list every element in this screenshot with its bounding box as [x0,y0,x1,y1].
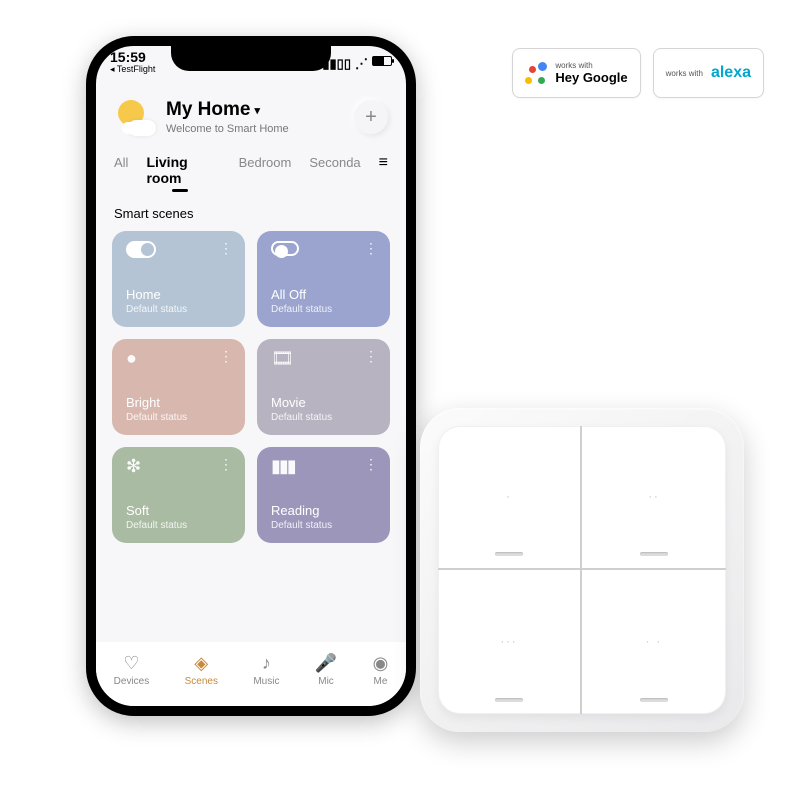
badge-prefix: works with [555,61,627,70]
battery-icon [372,56,392,66]
scene-card-bright[interactable]: ● ⋮ Bright Default status [112,339,245,435]
nav-label: Scenes [185,676,218,687]
home-selector[interactable]: My Home ▾ [166,99,260,121]
music-icon: ♪ [262,653,271,674]
nav-mic[interactable]: 🎤 Mic [315,653,337,687]
tab-all[interactable]: All [114,155,128,170]
wifi-icon: ⋰ [355,56,368,72]
add-button[interactable]: + [354,100,388,134]
plus-icon: + [365,106,377,129]
smart-switch-device: · ·· ··· · · [420,408,744,732]
scene-name: Movie [271,395,378,410]
scene-status: Default status [126,304,233,315]
status-time: 15:59 [110,52,155,63]
switch-indicator: ··· [501,636,518,648]
kebab-icon[interactable]: ⋮ [219,241,233,255]
tab-secondary[interactable]: Seconda [309,155,360,170]
bulb-icon: ♡ [123,653,139,674]
scene-status: Default status [271,520,378,531]
kebab-icon[interactable]: ⋮ [219,349,233,363]
scene-name: All Off [271,287,378,302]
cube-icon: ◈ [194,653,208,674]
scene-card-reading[interactable]: ▮▮▮ ⋮ Reading Default status [257,447,390,543]
kebab-icon[interactable]: ⋮ [364,457,378,471]
books-icon: ▮▮▮ [271,457,295,475]
scene-status: Default status [126,412,233,423]
scene-card-home[interactable]: ⋮ Home Default status [112,231,245,327]
switch-indicator: ·· [648,491,659,503]
nav-label: Mic [318,676,334,687]
nav-label: Music [253,676,279,687]
switch-button-1[interactable]: · [438,426,582,570]
works-with-google-badge: works with Hey Google [512,48,640,98]
film-icon: 🎞 [271,349,294,367]
works-with-alexa-badge: works with alexa [653,48,764,98]
room-tabs: All Living room Bedroom Seconda ≡ [96,138,406,186]
section-title: Smart scenes [96,186,406,231]
badge-prefix: works with [666,69,703,78]
status-back-app[interactable]: ◂ TestFlight [110,64,155,75]
kebab-icon[interactable]: ⋮ [364,349,378,363]
phone-notch [171,45,331,71]
page-subtitle: Welcome to Smart Home [166,123,344,135]
scene-card-soft[interactable]: ❇ ⋮ Soft Default status [112,447,245,543]
toggle-off-icon [271,241,299,256]
scene-name: Reading [271,503,378,518]
page-title: My Home [166,99,250,121]
switch-indicator: · [506,491,512,503]
nav-devices[interactable]: ♡ Devices [114,653,150,687]
alexa-logo: alexa [711,64,751,82]
switch-indicator: · · [646,636,662,648]
mic-icon: 🎤 [315,653,337,674]
phone-mockup: 15:59 ◂ TestFlight ▮▮▯▯ ⋰ My Home ▾ Welc… [86,36,416,716]
scene-status: Default status [126,520,233,531]
bulb-icon: ● [126,349,137,367]
nav-label: Me [374,676,388,687]
switch-button-4[interactable]: · · [582,570,726,714]
nav-label: Devices [114,676,150,687]
tabs-menu-icon[interactable]: ≡ [379,154,388,172]
tab-living-room[interactable]: Living room [146,154,220,186]
badge-brand: Hey Google [555,70,627,85]
switch-button-2[interactable]: ·· [582,426,726,570]
scene-status: Default status [271,412,378,423]
bottom-nav: ♡ Devices ◈ Scenes ♪ Music 🎤 Mic ◉ Me [96,642,406,706]
tab-bedroom[interactable]: Bedroom [239,155,292,170]
kebab-icon[interactable]: ⋮ [364,241,378,255]
toggle-on-icon [126,241,156,258]
switch-button-3[interactable]: ··· [438,570,582,714]
scene-card-movie[interactable]: 🎞 ⋮ Movie Default status [257,339,390,435]
switch-led [640,698,668,702]
google-assistant-icon [525,62,547,84]
scene-name: Home [126,287,233,302]
person-icon: ◉ [373,653,389,674]
scene-name: Soft [126,503,233,518]
chevron-down-icon: ▾ [254,104,260,117]
switch-led [640,552,668,556]
scenes-grid: ⋮ Home Default status ⋮ All Off Default … [96,231,406,543]
nav-music[interactable]: ♪ Music [253,653,279,687]
weather-icon [114,96,156,138]
scene-card-all-off[interactable]: ⋮ All Off Default status [257,231,390,327]
switch-led [495,552,523,556]
sparkle-icon: ❇ [126,457,141,475]
nav-me[interactable]: ◉ Me [373,653,389,687]
nav-scenes[interactable]: ◈ Scenes [185,653,218,687]
switch-led [495,698,523,702]
scene-status: Default status [271,304,378,315]
scene-name: Bright [126,395,233,410]
kebab-icon[interactable]: ⋮ [219,457,233,471]
